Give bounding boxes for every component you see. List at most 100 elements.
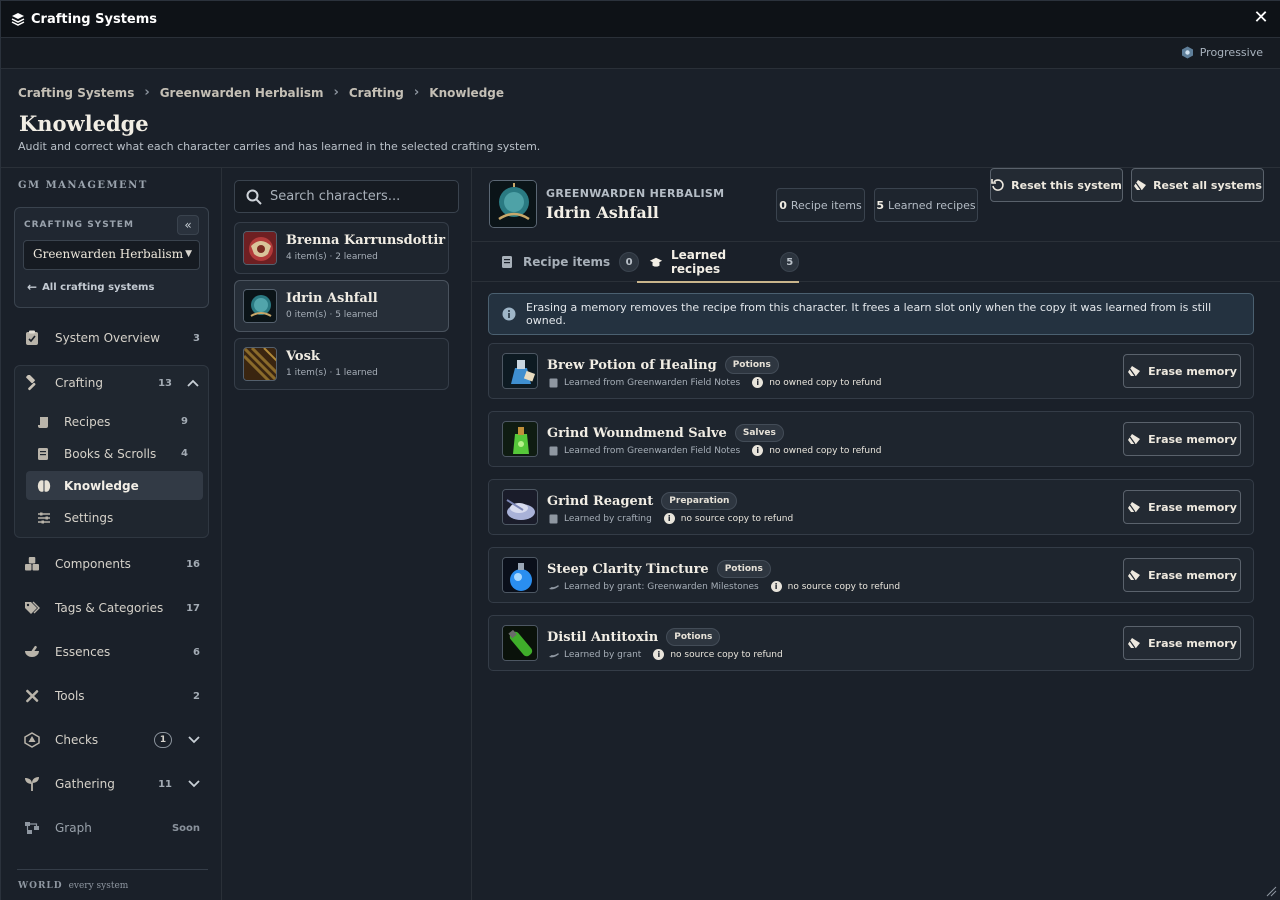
sidebar-item-knowledge[interactable]: Knowledge <box>26 471 203 500</box>
reset-system-button[interactable]: Reset this system <box>990 168 1123 202</box>
chevron-right-icon: › <box>413 85 420 100</box>
recipe-image <box>502 557 538 593</box>
hammer-icon <box>24 375 40 391</box>
eraser-icon <box>1133 178 1147 192</box>
tags-icon <box>24 600 40 616</box>
graduation-cap-icon <box>649 255 663 269</box>
character-name: Idrin Ashfall <box>286 291 378 306</box>
character-search[interactable] <box>234 180 459 213</box>
sidebar-item-components[interactable]: Components 16 <box>14 546 209 582</box>
tab-label: Recipe items <box>523 255 611 269</box>
breadcrumb-item[interactable]: Crafting <box>349 86 404 100</box>
recipe-meta: Learned from Greenwarden Field Notes i n… <box>549 377 882 388</box>
info-notice-text: Erasing a memory removes the recipe from… <box>526 301 1212 327</box>
chevron-right-icon: › <box>333 85 339 100</box>
page-description: Audit and correct what each character ca… <box>18 140 541 153</box>
breadcrumb-item[interactable]: Crafting Systems <box>18 86 134 100</box>
dice-icon <box>24 732 40 748</box>
reset-all-button[interactable]: Reset all systems <box>1131 168 1264 202</box>
sidebar-item-gathering[interactable]: Gathering 11 <box>14 766 209 802</box>
system-select-value: Greenwarden Herbalism <box>33 247 184 261</box>
character-card[interactable]: Brenna Karrunsdottir 4 item(s) · 2 learn… <box>234 222 449 274</box>
recipe-refund-status: no owned copy to refund <box>769 377 882 388</box>
tab-learned-recipes[interactable]: Learned recipes 5 <box>637 242 799 283</box>
search-input[interactable] <box>270 189 450 204</box>
learned-recipe-row: Distil Antitoxin Potions Learned by grant… <box>488 615 1254 671</box>
erase-memory-button[interactable]: Erase memory <box>1123 558 1241 592</box>
info-icon: i <box>752 377 764 388</box>
sidebar-item-count: 16 <box>186 558 200 570</box>
sidebar-item-count: 6 <box>193 646 200 658</box>
sidebar-item-count: 11 <box>158 778 172 790</box>
close-icon[interactable]: ✕ <box>1253 9 1269 27</box>
recipe-refund-status: no source copy to refund <box>787 581 901 592</box>
recipe-tag: Preparation <box>661 492 738 510</box>
recipe-meta: Learned by grant i no source copy to ref… <box>549 649 783 660</box>
reset-system-label: Reset this system <box>1011 178 1122 192</box>
sidebar-item-system-overview[interactable]: System Overview 3 <box>14 320 209 356</box>
tab-count: 5 <box>780 252 799 272</box>
system-select[interactable]: Greenwarden Herbalism ▼ <box>23 240 200 270</box>
sidebar-item-settings[interactable]: Settings <box>26 503 203 532</box>
sliders-icon <box>37 511 51 525</box>
recipe-name-row: Brew Potion of Healing Potions <box>547 356 779 374</box>
sidebar-item-tags-categories[interactable]: Tags & Categories 17 <box>14 590 209 626</box>
learned-recipes-stat: 5 Learned recipes <box>874 188 978 222</box>
breadcrumb-item[interactable]: Greenwarden Herbalism <box>160 86 324 100</box>
sidebar-item-crafting[interactable]: Crafting 13 <box>15 366 208 400</box>
learned-count: 5 <box>876 198 885 212</box>
all-systems-link[interactable]: ← All crafting systems <box>27 280 154 294</box>
sidebar-item-essences[interactable]: Essences 6 <box>14 634 209 670</box>
sidebar-subitem-label: Books & Scrolls <box>64 446 157 461</box>
sidebar-item-label: Graph <box>55 821 92 835</box>
crafting-system-label: CRAFTING SYSTEM <box>24 220 134 230</box>
erase-memory-button[interactable]: Erase memory <box>1123 422 1241 456</box>
recipe-source: Learned by grant <box>564 649 642 660</box>
sidebar-item-tools[interactable]: Tools 2 <box>14 678 209 714</box>
erase-memory-button[interactable]: Erase memory <box>1123 354 1241 388</box>
selected-character-avatar <box>489 180 537 228</box>
info-icon: i <box>663 513 675 524</box>
erase-memory-button[interactable]: Erase memory <box>1123 490 1241 524</box>
world-label: WORLD <box>18 881 63 891</box>
character-avatar <box>243 347 277 381</box>
recipe-name: Brew Potion of Healing <box>547 357 717 373</box>
erase-memory-button[interactable]: Erase memory <box>1123 626 1241 660</box>
breadcrumb-item[interactable]: Knowledge <box>429 86 504 100</box>
sidebar-item-count: 2 <box>193 690 200 702</box>
character-list-panel: Brenna Karrunsdottir 4 item(s) · 2 learn… <box>222 168 472 900</box>
character-card[interactable]: Idrin Ashfall 0 item(s) · 5 learned <box>234 280 449 332</box>
info-icon: i <box>770 581 782 592</box>
sidebar-item-label: Gathering <box>55 777 115 791</box>
sidebar-item-books-scrolls[interactable]: Books & Scrolls 4 <box>26 439 203 468</box>
tab-recipe-items[interactable]: Recipe items 0 <box>501 242 640 282</box>
character-card[interactable]: Vosk 1 item(s) · 1 learned <box>234 338 449 390</box>
tab-label: Learned recipes <box>671 248 727 276</box>
recipe-source: Learned by crafting <box>564 513 652 524</box>
sidebar-item-label: Tags & Categories <box>55 601 164 615</box>
sidebar-subitem-label: Recipes <box>64 414 111 429</box>
info-notice: Erasing a memory removes the recipe from… <box>488 293 1254 335</box>
resize-handle-icon[interactable] <box>1265 885 1277 897</box>
recipe-items-count: 0 <box>779 198 787 212</box>
chevron-up-icon <box>187 376 199 390</box>
sidebar-item-count-pill: 1 <box>154 732 172 748</box>
layers-icon <box>11 12 25 26</box>
book-icon <box>549 514 559 524</box>
info-icon: i <box>752 445 764 456</box>
recipe-source: Learned from Greenwarden Field Notes <box>564 377 741 388</box>
collapse-sidebar-button[interactable]: « <box>177 215 199 235</box>
sidebar-item-recipes[interactable]: Recipes 9 <box>26 407 203 436</box>
sidebar-item-checks[interactable]: Checks 1 <box>14 722 209 758</box>
mode-indicator[interactable]: Progressive <box>1181 46 1263 59</box>
character-meta: 1 item(s) · 1 learned <box>286 368 378 378</box>
sidebar-item-label: System Overview <box>55 331 161 345</box>
book-icon <box>37 447 51 461</box>
recipe-meta: Learned by crafting i no source copy to … <box>549 513 793 524</box>
recipe-name: Grind Woundmend Salve <box>547 425 727 441</box>
sidebar-group-crafting: Crafting 13 Recipes 9 Books & Scrolls 4 <box>14 365 209 538</box>
recipe-meta: Learned from Greenwarden Field Notes i n… <box>549 445 882 456</box>
sidebar-item-graph[interactable]: Graph Soon <box>14 810 209 846</box>
sidebar-item-count: 13 <box>158 377 172 389</box>
recipe-name-row: Grind Reagent Preparation <box>547 492 738 510</box>
